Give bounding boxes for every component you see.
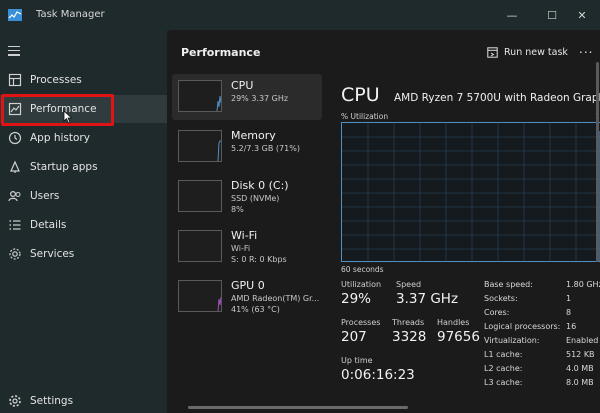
sidebar-item-label: Processes <box>30 74 82 86</box>
page-title: Performance <box>181 46 261 59</box>
history-icon <box>8 131 22 145</box>
main-header: Performance Run new task ... <box>167 30 600 70</box>
device-detail: 8% <box>231 205 244 214</box>
task-manager-icon <box>8 9 22 21</box>
hamburger-menu-icon[interactable] <box>8 46 20 56</box>
device-detail: 41% (63 °C) <box>231 305 280 314</box>
sidebar-item-details[interactable]: Details <box>0 211 167 239</box>
device-detail: 29% 3.37 GHz <box>231 94 289 103</box>
gear-icon <box>9 395 21 407</box>
device-name: Wi-Fi <box>231 229 258 242</box>
sidebar-item-label: App history <box>30 132 90 144</box>
sidebar-item-app-history[interactable]: App history <box>0 124 167 152</box>
processes-icon <box>8 73 22 87</box>
sidebar-item-processes[interactable]: Processes <box>0 66 167 94</box>
device-name: Disk 0 (C:) <box>231 179 289 192</box>
stat-uptime: Up time 0:06:16:23 <box>341 356 415 383</box>
stat-processes: Processes 207 <box>341 318 381 345</box>
device-thumbnail <box>178 130 222 162</box>
sidebar-item-settings[interactable]: Settings <box>0 387 167 413</box>
run-new-task-label: Run new task <box>504 46 568 58</box>
sidebar-item-label: Startup apps <box>30 161 98 173</box>
run-task-icon <box>487 46 498 58</box>
users-icon <box>8 190 21 202</box>
device-item-wifi[interactable]: Wi-Fi Wi-Fi S: 0 R: 0 Kbps <box>172 224 322 270</box>
sidebar-item-users[interactable]: Users <box>0 182 167 210</box>
spec-row: Cores: 8 <box>484 308 572 317</box>
device-name: GPU 0 <box>231 279 265 292</box>
device-thumbnail <box>178 230 222 262</box>
utilization-axis-label: % Utilization <box>341 112 389 121</box>
horizontal-scrollbar[interactable] <box>188 406 408 409</box>
stat-speed: Speed 3.37 GHz <box>396 280 459 307</box>
stat-threads: Threads 3328 <box>392 318 427 345</box>
services-icon <box>9 248 21 260</box>
close-button[interactable]: ✕ <box>560 0 600 30</box>
title-bar: Task Manager — ☐ ✕ <box>0 0 600 30</box>
device-detail: SSD (NVMe) <box>231 194 280 203</box>
startup-icon <box>10 160 20 173</box>
spec-row: L1 cache: 512 KB <box>484 350 595 359</box>
settings-label: Settings <box>30 395 74 407</box>
vertical-scrollbar[interactable] <box>596 62 599 262</box>
sidebar-item-startup[interactable]: Startup apps <box>0 153 167 181</box>
device-detail: Wi-Fi <box>231 244 251 253</box>
spec-row: Virtualization: Enabled <box>484 336 599 345</box>
stat-utilization: Utilization 29% <box>341 280 382 307</box>
device-item-disk[interactable]: Disk 0 (C:) SSD (NVMe) 8% <box>172 174 322 220</box>
cpu-model: AMD Ryzen 7 5700U with Radeon Graph <box>394 92 600 104</box>
run-new-task-button[interactable]: Run new task <box>487 44 568 60</box>
device-item-memory[interactable]: Memory 5.2/7.3 GB (71%) <box>172 124 322 170</box>
sidebar-item-label: Users <box>30 190 60 202</box>
device-detail: S: 0 R: 0 Kbps <box>231 255 287 264</box>
graph-time-label: 60 seconds <box>341 265 384 274</box>
spec-row: Logical processors: 16 <box>484 322 577 331</box>
device-item-cpu[interactable]: CPU 29% 3.37 GHz <box>172 74 322 120</box>
sidebar-item-services[interactable]: Services <box>0 240 167 268</box>
device-name: CPU <box>231 79 254 92</box>
sidebar: Processes Performance App history Startu… <box>0 30 167 413</box>
sidebar-item-label: Details <box>30 219 67 231</box>
spec-row: L2 cache: 4.0 MB <box>484 364 594 373</box>
minimize-button[interactable]: — <box>490 0 534 30</box>
cpu-utilization-graph <box>341 122 600 262</box>
spec-row: Sockets: 1 <box>484 294 572 303</box>
performance-highlight-box <box>1 94 114 126</box>
window-title: Task Manager <box>36 9 105 20</box>
device-thumbnail <box>178 80 222 112</box>
spec-row: L3 cache: 8.0 MB <box>484 378 594 387</box>
device-thumbnail <box>178 180 222 212</box>
more-options-button[interactable]: ... <box>579 42 593 56</box>
main-panel: Performance Run new task ... CPU 29% 3.3… <box>167 30 600 413</box>
stat-handles: Handles 97656 <box>437 318 480 345</box>
graph-grid <box>342 123 600 261</box>
details-icon <box>9 220 21 230</box>
cpu-detail-panel: CPU AMD Ryzen 7 5700U with Radeon Graph … <box>341 74 600 413</box>
device-item-gpu[interactable]: GPU 0 AMD Radeon(TM) Gr... 41% (63 °C) <box>172 274 322 320</box>
sidebar-item-label: Services <box>30 248 75 260</box>
device-thumbnail <box>178 280 222 312</box>
detail-title: CPU <box>341 84 380 106</box>
device-name: Memory <box>231 129 276 142</box>
device-detail: AMD Radeon(TM) Gr... <box>231 294 320 303</box>
spec-row: Base speed: 1.80 GHz <box>484 280 600 289</box>
device-detail: 5.2/7.3 GB (71%) <box>231 144 300 153</box>
mouse-cursor-icon <box>63 110 73 124</box>
